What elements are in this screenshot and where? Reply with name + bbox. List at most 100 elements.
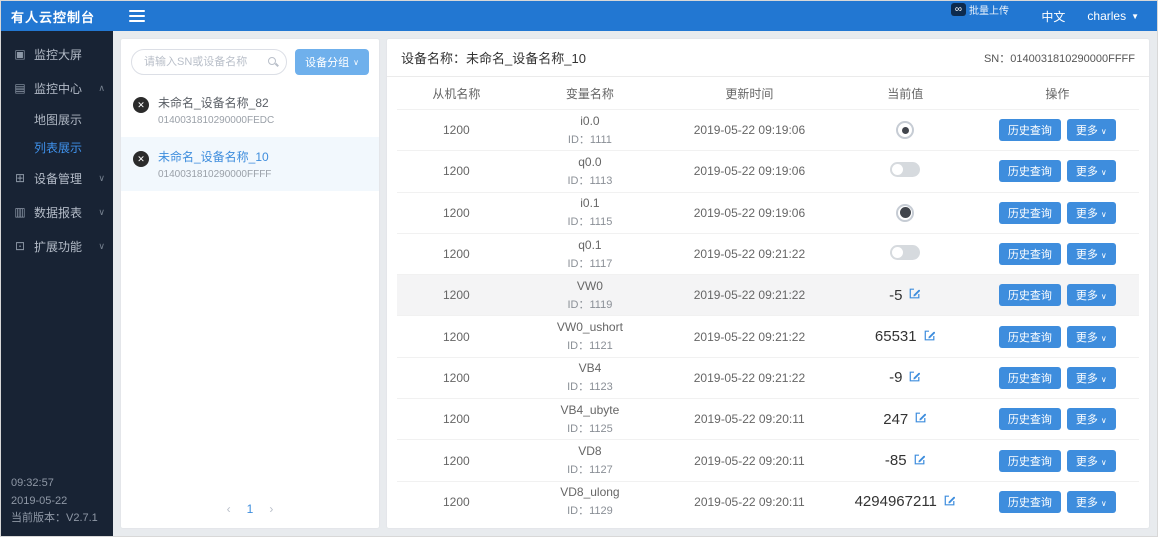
sidebar-item-extensions[interactable]: ⊡ 扩展功能 ∨ xyxy=(1,229,113,263)
more-button[interactable]: 更多 ∨ xyxy=(1066,119,1116,142)
current-value-cell xyxy=(835,203,976,222)
more-button[interactable]: 更多 ∨ xyxy=(1066,160,1116,183)
search-icon[interactable] xyxy=(268,57,277,65)
more-button-label: 更多 xyxy=(1075,125,1098,138)
table-row: 1200 i0.0 ID：1111 2019-05-22 09:19:06 历史查询 更多… xyxy=(397,109,1139,150)
prev-page-icon[interactable]: ‹ xyxy=(227,502,231,516)
current-value-cell xyxy=(835,245,976,263)
sidebar-item-data-report[interactable]: ▥ 数据报表 ∨ xyxy=(1,195,113,229)
chevron-down-icon: ∨ xyxy=(1100,209,1107,219)
variable-id: ID：1127 xyxy=(567,464,613,477)
history-query-button[interactable]: 历史查询 xyxy=(998,366,1061,389)
sidebar-item-monitor-center[interactable]: ▤ 监控中心 ∧ xyxy=(1,71,113,105)
edit-value-icon[interactable] xyxy=(913,453,926,469)
more-button[interactable]: 更多 ∨ xyxy=(1066,408,1116,431)
slave-name-cell: 1200 xyxy=(443,453,470,468)
slave-name-cell: 1200 xyxy=(443,123,470,138)
current-value-cell: -5 xyxy=(835,287,976,304)
column-header: 当前值 xyxy=(887,86,924,101)
value-text: -9 xyxy=(889,369,903,387)
history-query-button[interactable]: 历史查询 xyxy=(998,160,1061,183)
upload-badge[interactable]: ∞ 批量上传 xyxy=(950,2,1009,17)
more-button[interactable]: 更多 ∨ xyxy=(1066,325,1116,348)
menu-toggle-icon[interactable] xyxy=(129,10,145,22)
device-name: 未命名_设备名称_82 xyxy=(158,96,269,110)
value-text: -5 xyxy=(889,286,903,304)
history-query-button[interactable]: 历史查询 xyxy=(998,449,1061,472)
language-switch[interactable]: 中文 xyxy=(1041,8,1065,25)
user-name: charles xyxy=(1087,9,1127,23)
edit-value-icon[interactable] xyxy=(908,370,921,386)
variable-name: i0.0 xyxy=(580,113,600,128)
toggle-switch[interactable] xyxy=(890,245,921,261)
device-detail-panel: 设备名称：未命名_设备名称_10 SN：0140031810290000FFFF… xyxy=(387,39,1149,528)
edit-value-icon[interactable] xyxy=(943,494,956,510)
more-button[interactable]: 更多 ∨ xyxy=(1066,201,1116,224)
bit-indicator[interactable] xyxy=(896,203,915,222)
value-text: 247 xyxy=(883,410,909,428)
table-row: 1200 q0.0 ID：1113 2019-05-22 09:19:06 历史查询 更多… xyxy=(397,150,1139,191)
toggle-switch[interactable] xyxy=(890,162,921,178)
more-button-label: 更多 xyxy=(1075,290,1098,303)
history-query-button[interactable]: 历史查询 xyxy=(998,201,1061,224)
more-button[interactable]: 更多 ∨ xyxy=(1066,243,1116,266)
current-value-cell: 4294967211 xyxy=(835,493,976,510)
more-button-label: 更多 xyxy=(1075,414,1098,427)
page-number[interactable]: 1 xyxy=(247,502,254,516)
sidebar-item-list-view[interactable]: 列表展示 xyxy=(1,133,113,161)
table-row: 1200 q0.1 ID：1117 2019-05-22 09:21:22 历史查询 更多… xyxy=(397,232,1139,274)
update-time-cell: 2019-05-22 09:20:11 xyxy=(694,494,805,509)
edit-value-icon[interactable] xyxy=(908,287,921,303)
table-row: 1200 VD8_ulong ID：1129 2019-05-22 09:20:11 4… xyxy=(397,480,1139,522)
variable-name: VW0 xyxy=(576,278,603,293)
history-query-button[interactable]: 历史查询 xyxy=(998,408,1061,431)
more-button-label: 更多 xyxy=(1075,496,1098,509)
column-header: 从机名称 xyxy=(432,86,481,101)
history-query-button[interactable]: 历史查询 xyxy=(998,284,1061,307)
user-menu[interactable]: charles ▼ xyxy=(1087,9,1139,23)
history-query-button[interactable]: 历史查询 xyxy=(998,243,1061,266)
current-value-cell: -85 xyxy=(835,452,976,469)
edit-value-icon[interactable] xyxy=(914,411,927,427)
search-input[interactable] xyxy=(131,49,288,75)
variable-id: ID：1117 xyxy=(567,257,613,270)
history-query-button[interactable]: 历史查询 xyxy=(998,325,1061,348)
more-button[interactable]: 更多 ∨ xyxy=(1066,490,1116,513)
sidebar-item-device-management[interactable]: ⊞ 设备管理 ∨ xyxy=(1,161,113,195)
row-actions: 历史查询 更多 ∨ xyxy=(976,243,1139,266)
slave-name-cell: 1200 xyxy=(443,288,470,303)
caret-down-icon: ▼ xyxy=(1131,11,1139,21)
chevron-down-icon: ∨ xyxy=(1100,127,1107,137)
variable-cell: VW0_ushort ID：1121 xyxy=(516,320,664,353)
more-button[interactable]: 更多 ∨ xyxy=(1066,366,1116,389)
more-button-label: 更多 xyxy=(1075,331,1098,344)
bit-indicator[interactable] xyxy=(896,121,915,140)
variable-id: ID：1119 xyxy=(567,298,613,311)
slave-name-cell: 1200 xyxy=(443,247,470,262)
table-row: 1200 VD8 ID：1127 2019-05-22 09:20:11 -85 历史查询… xyxy=(397,439,1139,480)
row-actions: 历史查询 更多 ∨ xyxy=(976,160,1139,183)
history-query-button[interactable]: 历史查询 xyxy=(998,490,1061,513)
sidebar-item-monitor-screen[interactable]: ▣ 监控大屏 xyxy=(1,37,113,71)
history-query-button[interactable]: 历史查询 xyxy=(998,119,1061,142)
variable-id: ID：1115 xyxy=(567,216,613,229)
pagination: ‹ 1 › xyxy=(121,492,379,528)
sidebar: ▣ 监控大屏 ▤ 监控中心 ∧ 地图展示 列表展示 ⊞ 设备管理 ∨ ▥ 数据报… xyxy=(1,31,113,536)
next-page-icon[interactable]: › xyxy=(269,502,273,516)
edit-value-icon[interactable] xyxy=(923,329,936,345)
variable-id: ID：1123 xyxy=(567,381,613,394)
sidebar-item-label: 数据报表 xyxy=(34,205,83,220)
device-list-item[interactable]: ✕ 未命名_设备名称_10 0140031810290000FFFF xyxy=(121,137,379,191)
variable-id: ID：1125 xyxy=(567,422,613,435)
value-text: 4294967211 xyxy=(854,493,937,511)
more-button[interactable]: 更多 ∨ xyxy=(1066,449,1116,472)
chevron-down-icon: ∨ xyxy=(1100,374,1107,384)
device-list-item[interactable]: ✕ 未命名_设备名称_82 0140031810290000FEDC xyxy=(121,83,379,137)
current-value-cell xyxy=(835,162,976,180)
more-button[interactable]: 更多 ∨ xyxy=(1066,284,1116,307)
device-group-button[interactable]: 设备分组 ∨ xyxy=(295,49,369,75)
sidebar-item-map-view[interactable]: 地图展示 xyxy=(1,105,113,133)
table-row: 1200 VB4_ubyte ID：1125 2019-05-22 09:20:11 2… xyxy=(397,398,1139,439)
screen-icon: ▣ xyxy=(14,47,26,61)
more-button-label: 更多 xyxy=(1075,372,1098,385)
